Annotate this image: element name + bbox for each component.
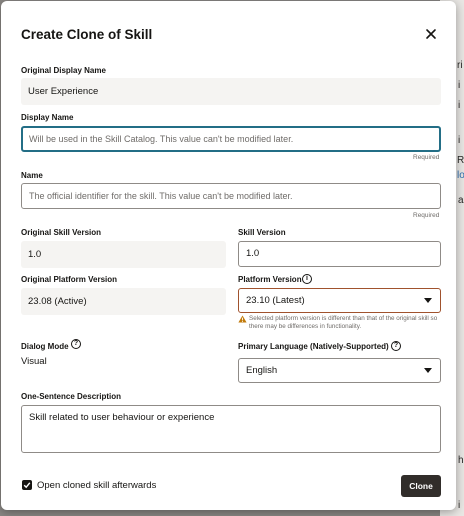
platform-version-select[interactable]: 23.10 (Latest) <box>238 288 441 313</box>
background-text: a <box>458 195 464 206</box>
background-text: Re <box>457 155 464 166</box>
info-icon[interactable]: i <box>302 274 312 284</box>
help-icon[interactable]: ? <box>391 341 401 351</box>
check-icon <box>23 482 31 489</box>
warning-icon <box>238 315 247 323</box>
background-link[interactable]: lo <box>457 170 464 181</box>
open-after-label[interactable]: Open cloned skill afterwards <box>37 480 156 491</box>
description-textarea[interactable]: Skill related to user behaviour or exper… <box>21 405 441 453</box>
primary-language-select[interactable]: English <box>238 358 441 383</box>
dialog-title: Create Clone of Skill <box>21 27 153 42</box>
skill-version-label: Skill Version <box>238 228 286 237</box>
chevron-down-icon <box>424 298 432 303</box>
primary-language-label: Primary Language (Natively-Supported) <box>238 342 389 351</box>
platform-version-label: Platform Version <box>238 275 302 284</box>
background-text: i <box>458 500 461 511</box>
display-name-required: Required <box>413 154 440 161</box>
original-platform-version-value: 23.08 (Active) <box>21 288 226 315</box>
platform-version-warning: Selected platform version is different t… <box>249 315 438 330</box>
platform-version-value: 23.10 (Latest) <box>246 295 305 306</box>
display-name-label: Display Name <box>21 113 74 122</box>
primary-language-value: English <box>246 365 278 376</box>
display-name-input[interactable]: Will be used in the Skill Catalog. This … <box>21 126 441 152</box>
open-after-checkbox[interactable] <box>22 480 32 490</box>
close-icon[interactable] <box>422 25 440 43</box>
name-label: Name <box>21 171 43 180</box>
name-required: Required <box>413 212 440 219</box>
description-label: One-Sentence Description <box>21 392 122 401</box>
name-input[interactable]: The official identifier for the skill. T… <box>21 183 441 209</box>
original-skill-version-label: Original Skill Version <box>21 228 102 237</box>
original-skill-version-value: 1.0 <box>21 241 226 268</box>
clone-button[interactable]: Clone <box>401 475 441 497</box>
background-text: i <box>458 135 461 146</box>
background-text: i <box>458 80 461 91</box>
original-display-name-label: Original Display Name <box>21 66 106 75</box>
create-clone-dialog: Create Clone of Skill Original Display N… <box>1 1 456 510</box>
chevron-down-icon <box>424 368 432 373</box>
original-display-name-value: User Experience <box>21 78 441 105</box>
help-icon[interactable]: ? <box>71 339 81 349</box>
skill-version-input[interactable]: 1.0 <box>238 241 441 267</box>
background-text: i <box>458 100 461 111</box>
dialog-mode-value: Visual <box>21 356 47 367</box>
background-text: ri <box>457 60 463 71</box>
original-platform-version-label: Original Platform Version <box>21 275 118 284</box>
background-text: h <box>458 455 464 466</box>
dialog-mode-label: Dialog Mode <box>21 342 69 351</box>
